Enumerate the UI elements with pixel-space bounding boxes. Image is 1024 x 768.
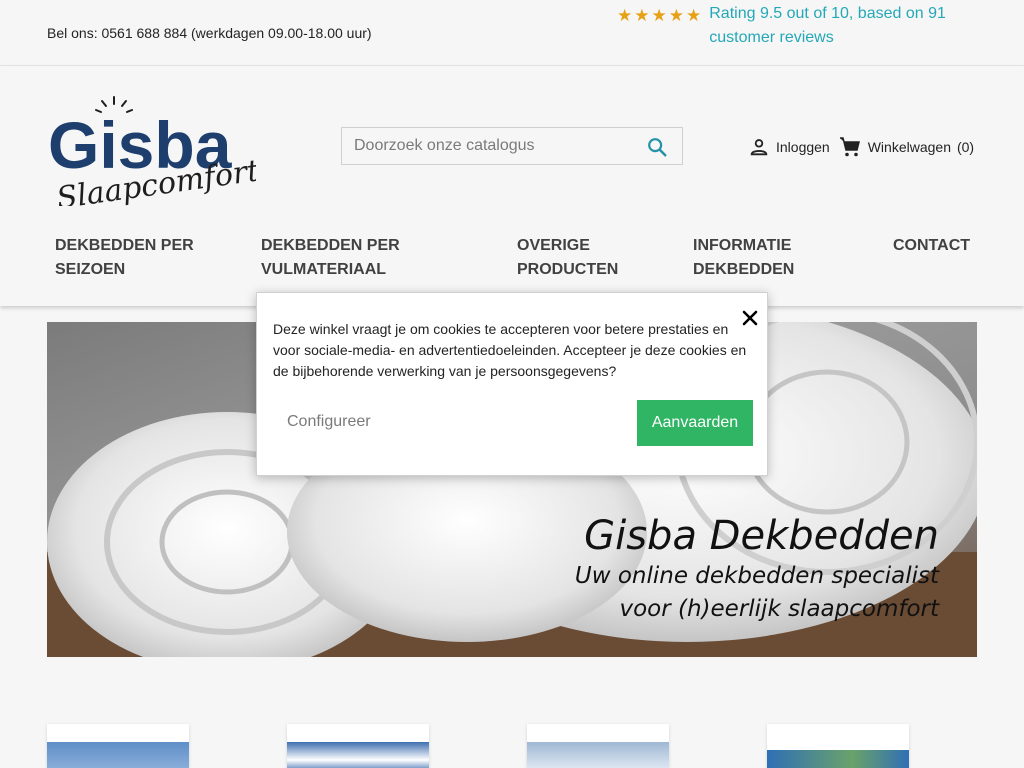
accept-button[interactable]: Aanvaarden [637,400,753,446]
cookie-consent-dialog: Deze winkel vraagt je om cookies te acce… [256,292,768,476]
cookie-message: Deze winkel vraagt je om cookies te acce… [273,321,747,379]
configure-button[interactable]: Configureer [287,413,371,431]
modal-overlay: Deze winkel vraagt je om cookies te acce… [0,0,1024,768]
